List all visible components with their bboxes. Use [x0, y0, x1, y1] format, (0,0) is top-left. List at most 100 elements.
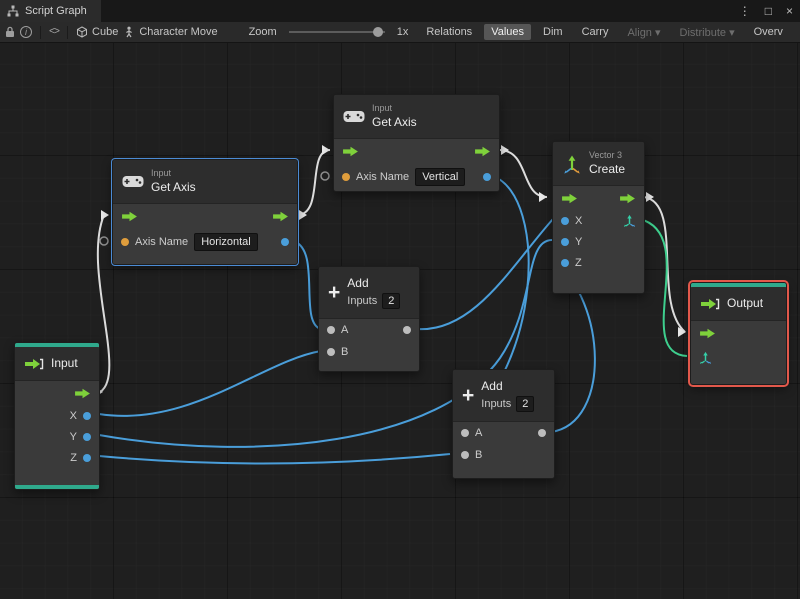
- node-graph-output[interactable]: Output: [690, 282, 787, 385]
- event-accent-strip: [15, 485, 99, 489]
- port-label: Z: [575, 256, 582, 269]
- add-icon: +: [462, 384, 475, 407]
- inputs-label: Inputs: [347, 294, 378, 307]
- node-title: Get Axis: [372, 114, 417, 129]
- unconnected-port-ring[interactable]: [320, 171, 330, 181]
- float-out-port[interactable]: [281, 238, 289, 246]
- chevron-down-icon: ▾: [729, 26, 735, 39]
- port-label: X: [575, 214, 583, 227]
- add-icon: +: [328, 281, 341, 304]
- wire-input-z-to-add2-b[interactable]: [98, 453, 451, 465]
- kebab-menu-icon[interactable]: ⋮: [732, 0, 758, 22]
- inputs-count-field[interactable]: 2: [382, 292, 401, 310]
- node-title: Create: [589, 161, 626, 176]
- tab-bar: Script Graph ⋮ □ ×: [0, 0, 800, 22]
- port-a-in[interactable]: [461, 429, 469, 437]
- node-header[interactable]: Input: [15, 347, 99, 381]
- flow-out-port[interactable]: [74, 388, 91, 399]
- port-b-in[interactable]: [461, 451, 469, 459]
- y-out-port[interactable]: [83, 432, 91, 441]
- unconnected-port-ring[interactable]: [99, 236, 109, 246]
- cube-icon: [76, 26, 88, 38]
- node-header[interactable]: Output: [691, 287, 786, 321]
- toolbar-button-align[interactable]: Align ▾: [620, 24, 667, 41]
- toolbar-divider: [67, 25, 69, 39]
- node-vector3-create[interactable]: Vector 3 Create X Y Z: [552, 141, 645, 294]
- flow-in-port[interactable]: [342, 146, 359, 157]
- z-out-port[interactable]: [83, 453, 91, 462]
- node-header[interactable]: + Add Inputs 2: [453, 370, 554, 422]
- node-header[interactable]: Vector 3 Create: [553, 142, 644, 186]
- x-out-port[interactable]: [83, 411, 91, 420]
- vector3-in-port-icon[interactable]: [699, 351, 712, 364]
- wire-input-x-to-add1-b[interactable]: [98, 350, 322, 417]
- result-out-port[interactable]: [403, 326, 411, 334]
- gamepad-icon: [343, 110, 365, 123]
- flow-arrowhead: [322, 145, 330, 155]
- node-subtitle: Input: [151, 168, 172, 179]
- toolbar-button-relations[interactable]: Relations: [419, 24, 479, 40]
- port-label: Axis Name: [356, 171, 410, 183]
- lock-icon[interactable]: [5, 26, 15, 38]
- graph-name-label: Character Move: [139, 26, 218, 38]
- port-a-in[interactable]: [327, 326, 335, 334]
- zoom-slider[interactable]: [288, 27, 385, 37]
- vector3-icon: [562, 154, 582, 174]
- flow-in-port[interactable]: [121, 211, 138, 222]
- flow-out-port[interactable]: [474, 146, 491, 157]
- node-header[interactable]: Input Get Axis: [334, 95, 499, 139]
- float-out-port[interactable]: [483, 173, 491, 181]
- axis-name-field[interactable]: Horizontal: [194, 232, 258, 252]
- port-label: B: [341, 346, 349, 358]
- flow-in-port[interactable]: [699, 328, 716, 339]
- toolbar-button-carry[interactable]: Carry: [575, 24, 616, 40]
- flow-arrowhead: [101, 210, 109, 220]
- toolbar-button-dim[interactable]: Dim: [536, 24, 570, 40]
- node-title: Input: [51, 356, 78, 370]
- context-object-label: Cube: [92, 26, 119, 38]
- close-icon[interactable]: ×: [779, 0, 800, 22]
- string-in-port[interactable]: [342, 173, 350, 181]
- flow-in-port[interactable]: [561, 193, 578, 204]
- script-graph-icon: [7, 5, 19, 17]
- flow-out-port[interactable]: [619, 193, 636, 204]
- node-add-2[interactable]: + Add Inputs 2 A B: [452, 369, 555, 479]
- y-in-port[interactable]: [561, 237, 569, 246]
- node-title: Add: [347, 275, 369, 290]
- node-subtitle: Input: [372, 103, 393, 114]
- port-label: A: [475, 427, 483, 439]
- result-out-port[interactable]: [538, 429, 546, 437]
- flow-arrowhead: [501, 145, 509, 155]
- port-b-in[interactable]: [327, 348, 335, 356]
- node-graph-input[interactable]: Input X Y Z: [14, 342, 100, 490]
- z-in-port[interactable]: [561, 258, 569, 267]
- toolbar-button-distribute[interactable]: Distribute ▾: [673, 24, 742, 41]
- inputs-count-field[interactable]: 2: [516, 395, 535, 413]
- axis-name-field[interactable]: Vertical: [415, 167, 466, 187]
- toolbar-button-overview[interactable]: Overv: [747, 24, 790, 40]
- graph-canvas[interactable]: Input Get Axis Axis Name Vertical Input …: [0, 43, 800, 599]
- flow-out-port[interactable]: [272, 211, 289, 222]
- vector3-out-port-icon[interactable]: [623, 214, 636, 227]
- tab-script-graph[interactable]: Script Graph: [0, 0, 101, 22]
- wire-add1-to-vector3-x[interactable]: [416, 218, 554, 331]
- x-in-port[interactable]: [561, 216, 569, 225]
- wire-flow-getaxis-horizontal-to-vertical[interactable]: [296, 149, 331, 216]
- node-get-axis-horizontal[interactable]: Input Get Axis Axis Name Horizontal: [112, 159, 298, 265]
- edit-script-icon[interactable]: <>: [49, 27, 60, 38]
- context-object-button[interactable]: Cube: [76, 26, 118, 38]
- chevron-down-icon: ▾: [655, 26, 661, 39]
- info-icon[interactable]: i: [20, 26, 32, 38]
- graph-name-button[interactable]: Character Move: [123, 26, 218, 38]
- zoom-slider-handle[interactable]: [373, 27, 384, 37]
- node-add-1[interactable]: + Add Inputs 2 A B: [318, 266, 420, 372]
- node-header[interactable]: Input Get Axis: [113, 160, 297, 204]
- string-in-port[interactable]: [121, 238, 129, 246]
- port-label: Y: [69, 430, 77, 443]
- toolbar-button-values[interactable]: Values: [484, 24, 532, 40]
- node-header[interactable]: + Add Inputs 2: [319, 267, 419, 319]
- flow-arrowhead: [539, 192, 547, 202]
- wire-flow-getaxis-vertical-to-vector3[interactable]: [498, 149, 548, 198]
- node-get-axis-vertical[interactable]: Input Get Axis Axis Name Vertical: [333, 94, 500, 192]
- maximize-icon[interactable]: □: [758, 0, 779, 22]
